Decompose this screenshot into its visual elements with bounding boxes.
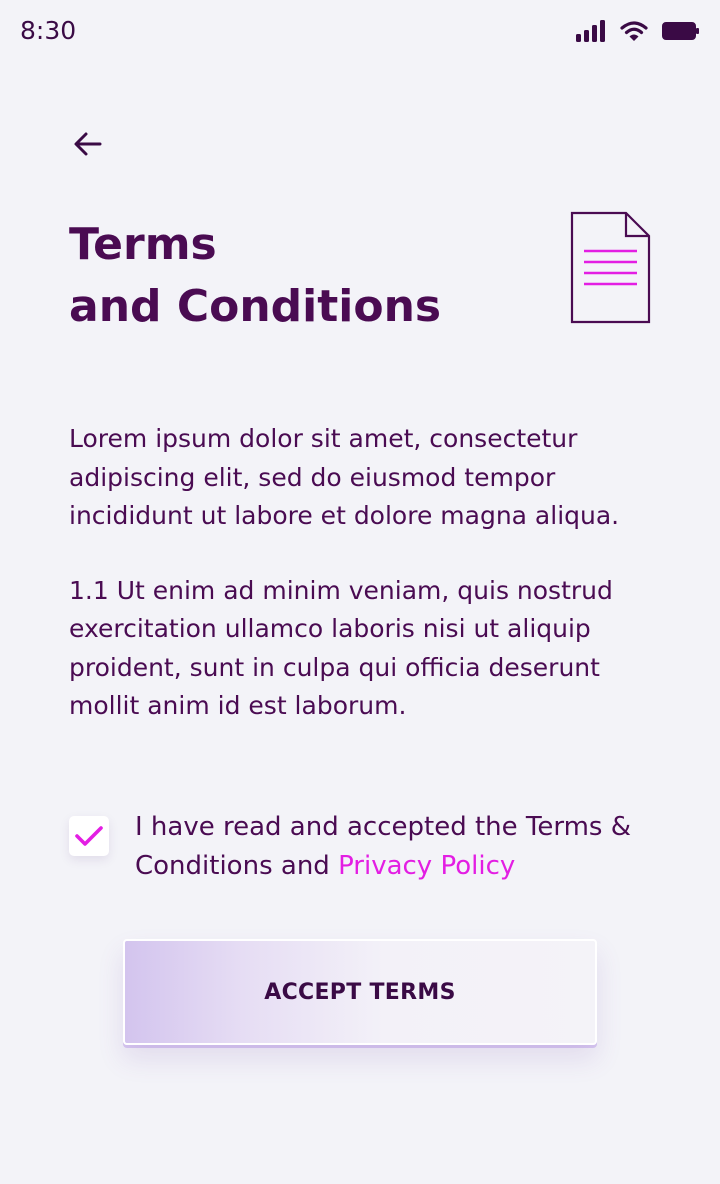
terms-paragraph-2: 1.1 Ut enim ad minim veniam, quis nostru… [69, 575, 613, 721]
terms-body: Lorem ipsum dolor sit amet, consectetur … [69, 420, 669, 762]
status-time: 8:30 [20, 16, 77, 45]
back-button[interactable] [66, 122, 110, 166]
status-bar: 8:30 [0, 0, 720, 64]
checkmark-icon [75, 826, 103, 846]
wifi-icon [620, 21, 648, 41]
signal-icon [576, 20, 605, 42]
document-icon [570, 211, 651, 324]
page-title: Terms and Conditions [69, 214, 529, 338]
accept-terms-button[interactable]: ACCEPT TERMS [123, 939, 597, 1045]
terms-paragraph-1: Lorem ipsum dolor sit amet, consectetur … [69, 424, 620, 530]
battery-icon [662, 22, 699, 40]
arrow-left-icon [74, 132, 102, 156]
page-title-line2: and Conditions [69, 281, 442, 332]
accept-terms-row: I have read and accepted the Terms & Con… [69, 808, 669, 886]
privacy-policy-link[interactable]: Privacy Policy [338, 851, 515, 881]
accept-checkbox[interactable] [69, 816, 109, 856]
accept-text: I have read and accepted the Terms & Con… [135, 808, 669, 886]
status-icons [576, 20, 700, 42]
page-title-line1: Terms [69, 219, 217, 270]
